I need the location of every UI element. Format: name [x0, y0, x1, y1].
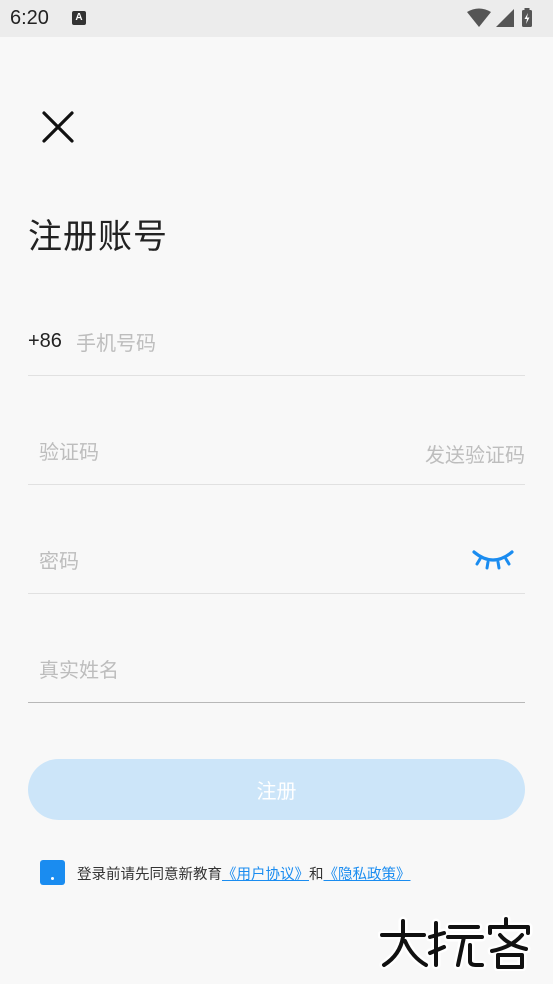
register-button[interactable]: 注册	[28, 759, 525, 820]
signal-icon	[496, 9, 514, 27]
country-code[interactable]: +86	[28, 330, 62, 353]
eye-closed-icon[interactable]	[471, 548, 515, 574]
status-time: 6:20	[10, 7, 49, 29]
agreement-text: 登录前请先同意新教育《用户协议》和《隐私政策》	[77, 863, 411, 884]
wifi-icon	[467, 8, 491, 27]
name-field-row	[28, 647, 525, 703]
verification-code-input[interactable]	[39, 437, 389, 467]
status-bar: 6:20 A	[0, 0, 553, 37]
register-screen: 注册账号 +86 发送验证码 注册 登录前请先同意新教育《用户协议》和《隐私政策…	[0, 37, 553, 984]
privacy-policy-link[interactable]: 《隐私政策》	[324, 867, 411, 883]
watermark-logo	[377, 914, 544, 972]
user-agreement-link[interactable]: 《用户协议》	[222, 867, 309, 883]
status-icons	[467, 8, 543, 28]
close-button[interactable]	[40, 109, 76, 145]
password-input[interactable]	[39, 546, 389, 576]
close-icon	[42, 111, 74, 143]
page-title: 注册账号	[28, 217, 168, 257]
checkbox-mark	[51, 877, 54, 880]
real-name-input[interactable]	[39, 655, 389, 685]
agreement-checkbox[interactable]	[40, 860, 65, 885]
phone-input[interactable]	[76, 328, 476, 358]
send-code-button[interactable]: 发送验证码	[425, 439, 525, 468]
password-field-row	[28, 538, 525, 594]
agreement-conjunction: 和	[309, 867, 324, 883]
agreement-prefix: 登录前请先同意新教育	[77, 867, 222, 883]
notification-a-icon: A	[72, 11, 86, 25]
phone-field-row: +86	[28, 320, 525, 376]
code-field-row: 发送验证码	[28, 429, 525, 485]
